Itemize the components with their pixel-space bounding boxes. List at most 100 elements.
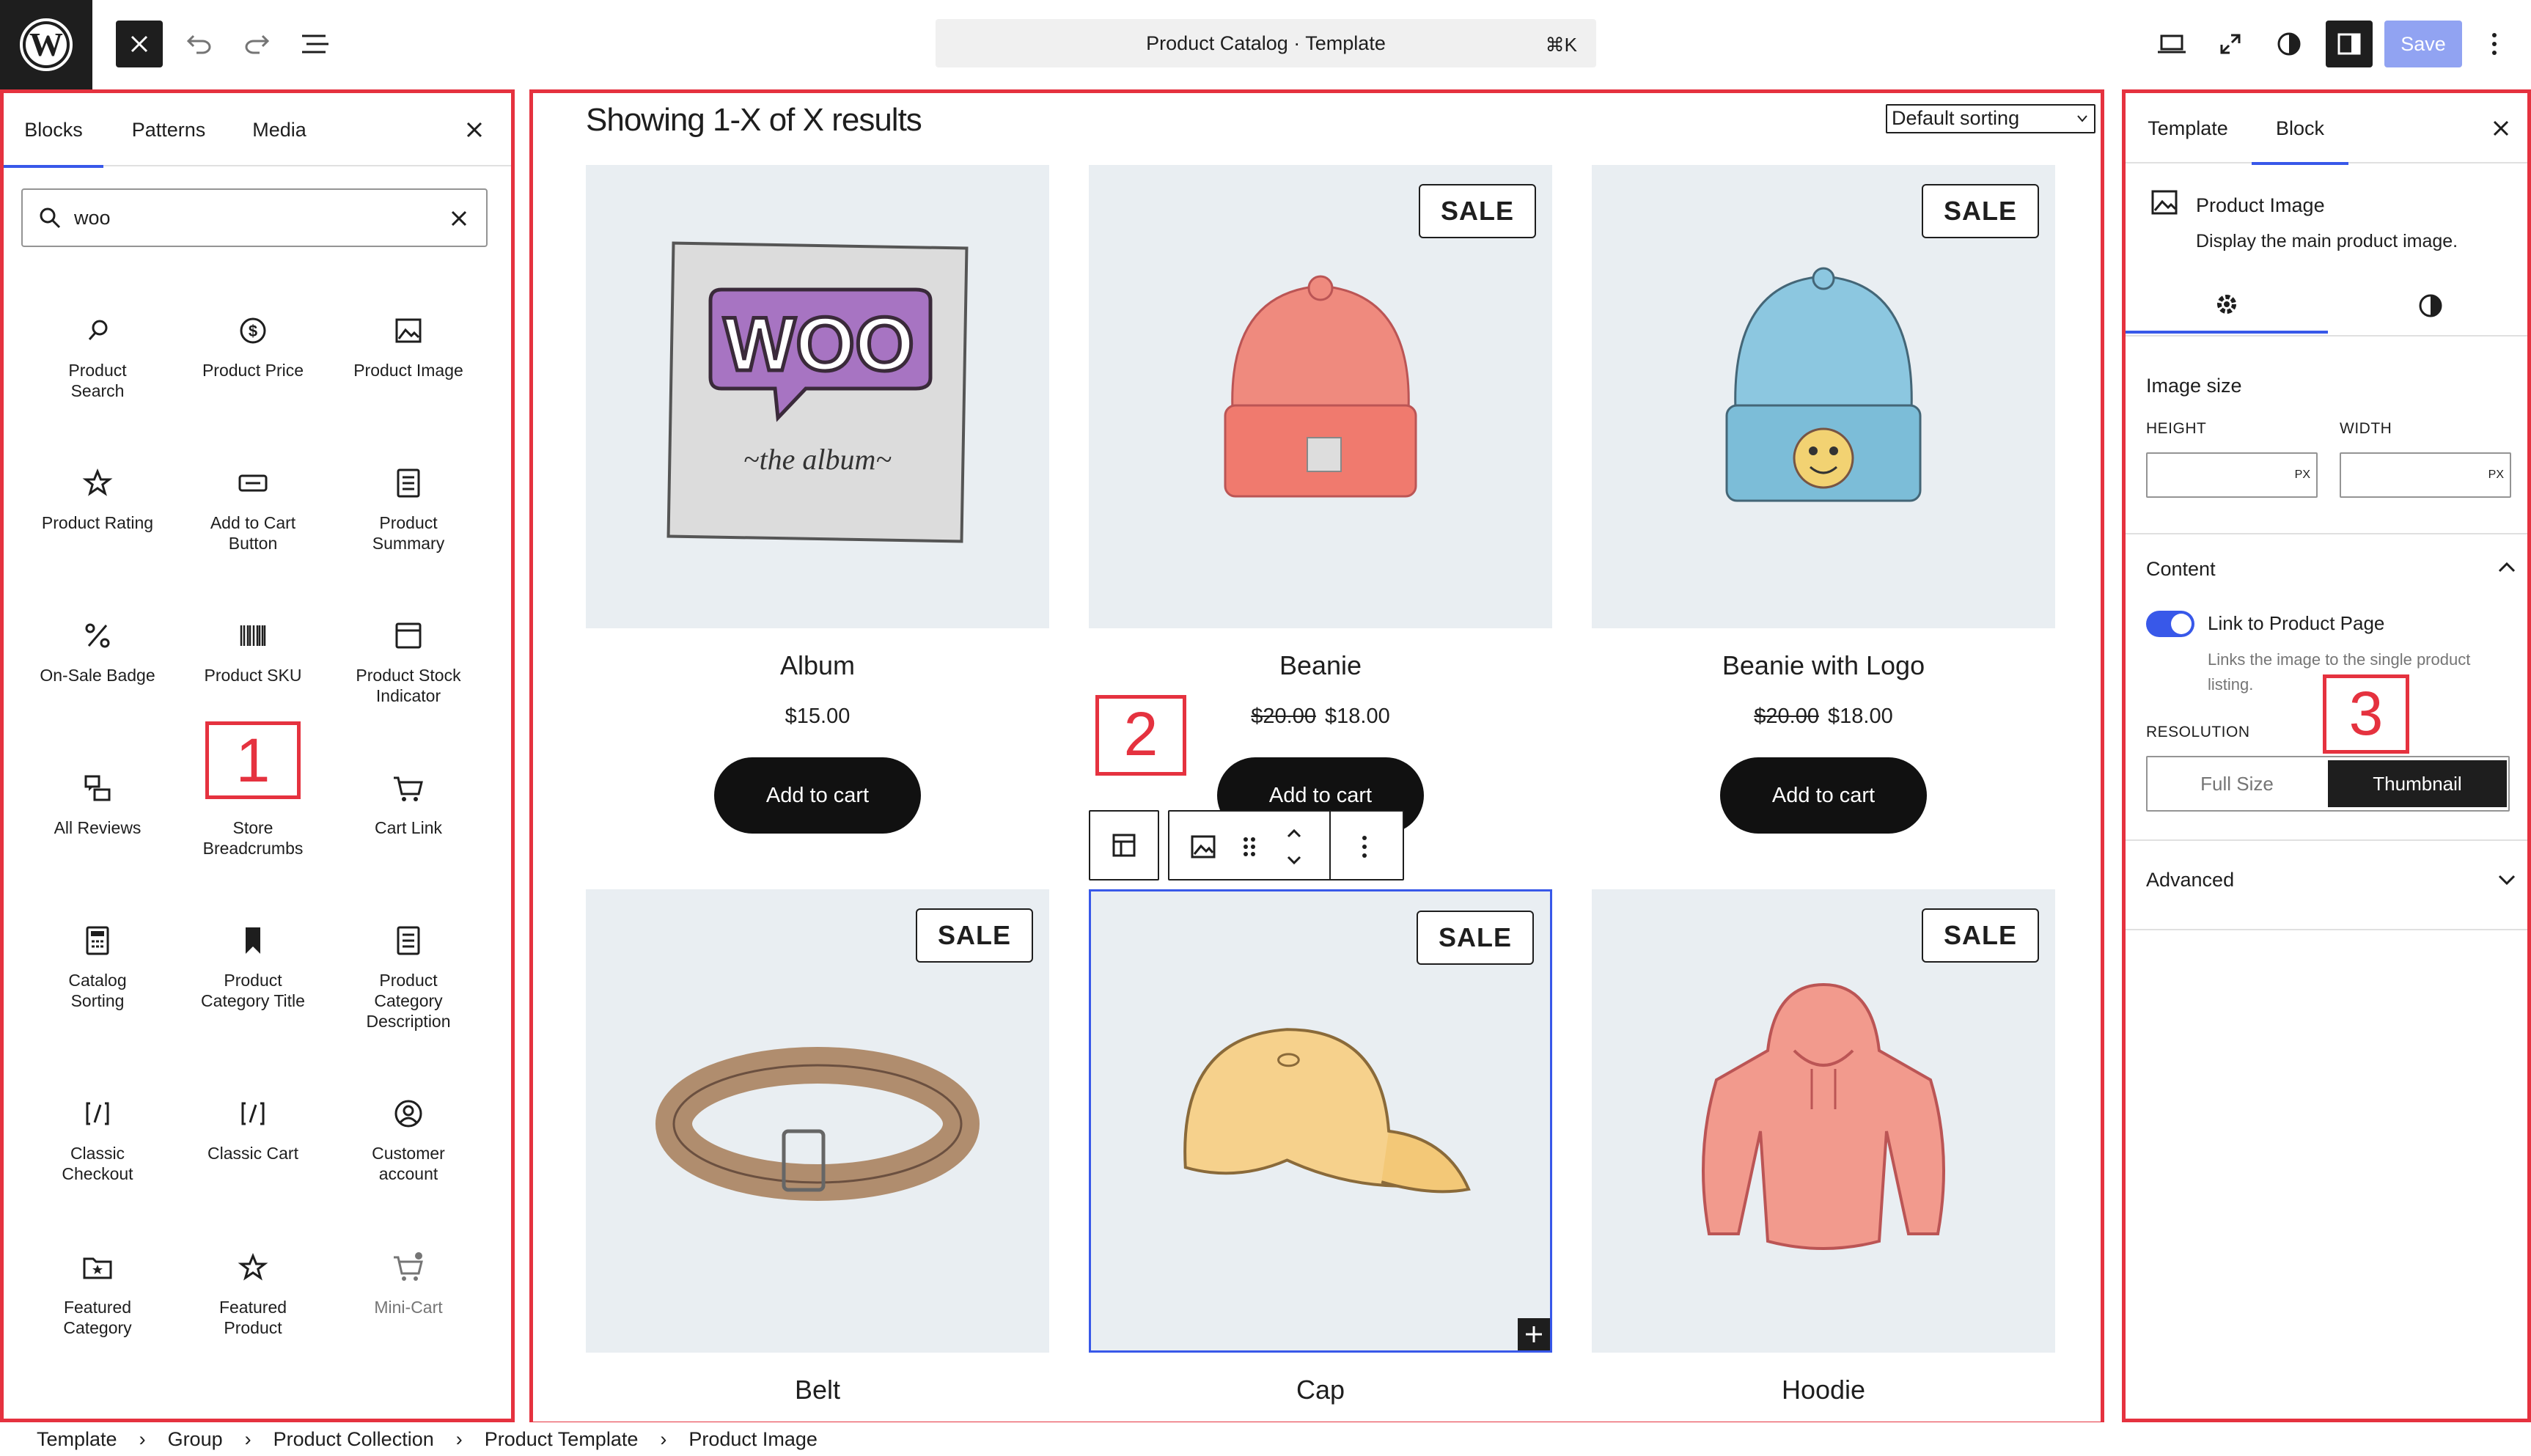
drag-handle-icon[interactable] bbox=[1243, 837, 1256, 857]
mini-cart-icon bbox=[391, 1250, 426, 1285]
block-item-label: Product Search bbox=[68, 361, 127, 400]
add-to-cart-button[interactable]: Add to cart bbox=[1720, 757, 1927, 834]
cart-icon bbox=[391, 771, 426, 806]
tab-patterns[interactable]: Patterns bbox=[114, 93, 224, 166]
product-image-beanie[interactable]: SALE bbox=[1089, 165, 1552, 628]
product-image-cap-selected[interactable]: SALE bbox=[1089, 889, 1552, 1353]
full-size-option[interactable]: Full Size bbox=[2148, 757, 2326, 810]
chevron-up-icon[interactable] bbox=[2498, 561, 2516, 573]
add-to-cart-button[interactable]: Add to cart bbox=[714, 757, 921, 834]
content-panel-heading[interactable]: Content bbox=[2146, 558, 2216, 581]
search-input[interactable]: woo bbox=[74, 207, 111, 229]
product-title[interactable]: Beanie bbox=[1089, 650, 1552, 681]
link-toggle[interactable] bbox=[2146, 611, 2194, 637]
device-preview-button[interactable] bbox=[2148, 21, 2195, 67]
height-input[interactable]: PX bbox=[2146, 452, 2318, 498]
block-item-product-price[interactable]: $ Product Price bbox=[175, 313, 331, 380]
breadcrumb-item[interactable]: Template bbox=[37, 1428, 117, 1451]
image-icon[interactable] bbox=[1190, 834, 1216, 860]
tab-template[interactable]: Template bbox=[2126, 93, 2250, 163]
breadcrumb-item[interactable]: Product Image bbox=[688, 1428, 818, 1451]
more-vertical-icon bbox=[2492, 33, 2497, 55]
block-item-label: Classic Cart bbox=[207, 1144, 298, 1163]
wordpress-logo-icon[interactable]: W bbox=[0, 0, 92, 89]
tab-block[interactable]: Block bbox=[2252, 93, 2348, 165]
block-item-cart-link[interactable]: Cart Link bbox=[331, 771, 486, 838]
catalog-sorting-select[interactable]: Default sorting bbox=[1886, 104, 2095, 133]
annotation-label-1: 1 bbox=[205, 721, 301, 799]
product-image-album[interactable]: WOO ~the album~ bbox=[586, 165, 1049, 628]
block-item-on-sale-badge[interactable]: On-Sale Badge bbox=[20, 618, 175, 685]
product-title[interactable]: Hoodie bbox=[1592, 1375, 2055, 1405]
undo-button[interactable] bbox=[176, 21, 223, 67]
block-item-product-search[interactable]: Product Search bbox=[20, 313, 175, 401]
clear-search-icon[interactable] bbox=[451, 210, 467, 227]
block-item-customer-account[interactable]: Customer account bbox=[331, 1096, 486, 1184]
product-title[interactable]: Album bbox=[586, 650, 1049, 681]
reviews-icon bbox=[80, 771, 115, 806]
inserter-tabs: Blocks Patterns Media bbox=[4, 93, 511, 168]
close-inserter-button[interactable] bbox=[116, 21, 163, 67]
chevron-down-icon[interactable] bbox=[2498, 875, 2516, 886]
tab-styles[interactable] bbox=[2329, 278, 2527, 334]
select-parent-button[interactable] bbox=[1089, 810, 1159, 880]
more-vertical-icon[interactable] bbox=[1362, 835, 1367, 858]
tab-settings[interactable] bbox=[2126, 278, 2328, 334]
block-item-product-summary[interactable]: Product Summary bbox=[331, 466, 486, 554]
product-image-beanie-logo[interactable]: SALE bbox=[1592, 165, 2055, 628]
breadcrumb-item[interactable]: Product Template bbox=[485, 1428, 639, 1451]
thumbnail-option[interactable]: Thumbnail bbox=[2328, 760, 2507, 807]
save-button[interactable]: Save bbox=[2384, 21, 2462, 67]
layout-icon bbox=[1112, 834, 1136, 857]
block-item-mini-cart[interactable]: Mini-Cart bbox=[331, 1250, 486, 1317]
product-title[interactable]: Beanie with Logo bbox=[1592, 650, 2055, 681]
block-item-product-sku[interactable]: Product SKU bbox=[175, 618, 331, 685]
laptop-icon bbox=[2158, 34, 2186, 54]
styles-button[interactable] bbox=[2266, 21, 2313, 67]
block-item-classic-checkout[interactable]: Classic Checkout bbox=[20, 1096, 175, 1184]
move-up-down-icon[interactable] bbox=[1285, 826, 1303, 867]
block-item-featured-category[interactable]: Featured Category bbox=[20, 1250, 175, 1338]
plus-icon bbox=[1526, 1326, 1542, 1342]
block-item-product-stock-indicator[interactable]: Product Stock Indicator bbox=[331, 618, 486, 706]
breadcrumb-separator: › bbox=[139, 1427, 146, 1450]
product-image-belt[interactable]: SALE bbox=[586, 889, 1049, 1353]
block-search-field[interactable]: woo bbox=[21, 188, 488, 247]
settings-toggle-button[interactable] bbox=[2326, 21, 2373, 67]
redo-button[interactable] bbox=[233, 21, 280, 67]
add-block-button[interactable] bbox=[1518, 1318, 1550, 1350]
block-item-catalog-sorting[interactable]: Catalog Sorting bbox=[20, 923, 175, 1011]
options-menu-button[interactable] bbox=[2471, 21, 2518, 67]
product-title[interactable]: Cap bbox=[1089, 1375, 1552, 1405]
percent-icon bbox=[80, 618, 115, 653]
block-item-classic-cart[interactable]: Classic Cart bbox=[175, 1096, 331, 1163]
command-palette-button[interactable]: Product Catalog · Template ⌘K bbox=[936, 19, 1596, 67]
block-item-product-category-title[interactable]: Product Category Title bbox=[175, 923, 331, 1011]
block-item-all-reviews[interactable]: All Reviews bbox=[20, 771, 175, 838]
folder-star-icon bbox=[80, 1250, 115, 1285]
resolution-toggle-group: Full Size Thumbnail bbox=[2146, 756, 2510, 812]
editor-canvas: Showing 1-X of X results Default sorting… bbox=[529, 89, 2104, 1425]
image-icon bbox=[391, 313, 426, 348]
breadcrumb-item[interactable]: Product Collection bbox=[273, 1428, 434, 1451]
block-item-product-category-description[interactable]: Product Category Description bbox=[331, 923, 486, 1032]
block-item-add-to-cart-button[interactable]: Add to Cart Button bbox=[175, 466, 331, 554]
document-overview-button[interactable] bbox=[292, 21, 339, 67]
button-icon bbox=[235, 466, 271, 501]
product-image-hoodie[interactable]: SALE bbox=[1592, 889, 2055, 1353]
sale-badge: SALE bbox=[1418, 184, 1536, 238]
dollar-icon: $ bbox=[235, 313, 271, 348]
block-item-product-image[interactable]: Product Image bbox=[331, 313, 486, 380]
tab-blocks[interactable]: Blocks bbox=[4, 93, 103, 168]
product-title[interactable]: Belt bbox=[586, 1375, 1049, 1405]
width-input[interactable]: PX bbox=[2340, 452, 2511, 498]
block-item-featured-product[interactable]: Featured Product bbox=[175, 1250, 331, 1338]
close-settings-button[interactable] bbox=[2486, 114, 2516, 143]
close-inserter-panel-button[interactable] bbox=[458, 114, 491, 146]
settings-tabs: Template Block bbox=[2126, 93, 2527, 165]
tab-media[interactable]: Media bbox=[235, 93, 323, 166]
fullscreen-button[interactable] bbox=[2207, 21, 2254, 67]
breadcrumb-item[interactable]: Group bbox=[168, 1428, 223, 1451]
advanced-panel-heading[interactable]: Advanced bbox=[2146, 869, 2234, 891]
block-item-product-rating[interactable]: Product Rating bbox=[20, 466, 175, 533]
